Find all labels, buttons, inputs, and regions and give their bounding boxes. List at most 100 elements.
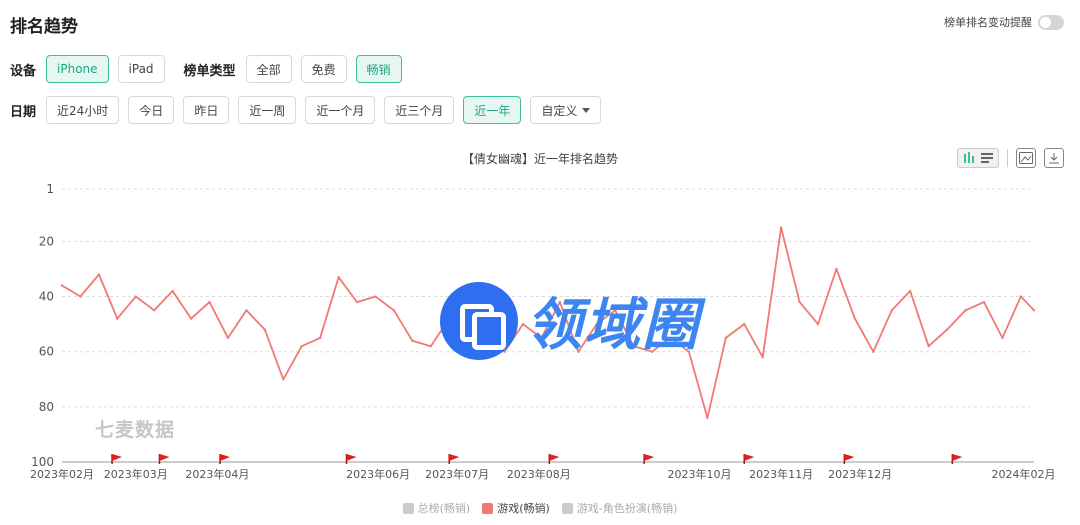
data-point — [1019, 295, 1023, 298]
x-tick-label: 2023年08月 — [507, 467, 571, 481]
data-point — [798, 300, 801, 304]
data-point — [927, 344, 930, 348]
chart-type-free-button[interactable]: 免费 — [300, 55, 347, 83]
y-tick-label: 60 — [39, 345, 54, 359]
legend-total-grossing[interactable]: 总榜(畅销) — [402, 500, 471, 516]
data-point — [374, 295, 377, 298]
data-point — [60, 284, 64, 287]
date-custom-label: 自定义 — [541, 103, 578, 118]
chart-view-toggle[interactable] — [957, 148, 999, 168]
rank-alert-setting: 榜单排名变动提醒 — [944, 14, 1064, 30]
data-point — [816, 322, 820, 326]
x-tick-label: 2023年10月 — [667, 467, 731, 481]
data-point — [152, 309, 156, 312]
data-point — [872, 350, 875, 353]
filter-row-date: 日期 近24小时 今日 昨日 近一周 近一个月 近三个月 近一年 自定义 — [10, 96, 610, 124]
x-tick-label: 2023年04月 — [185, 467, 249, 481]
data-point — [945, 328, 949, 331]
data-point — [706, 416, 709, 420]
data-point — [779, 226, 783, 229]
device-label: 设备 — [10, 63, 37, 79]
chart-type-grossing-button[interactable]: 畅销 — [355, 55, 402, 83]
y-tick-label: 1 — [46, 182, 54, 196]
event-flag-icon — [644, 454, 655, 461]
date-label: 日期 — [10, 104, 37, 120]
chart-toolbar — [957, 148, 1064, 168]
legend-rpg-grossing[interactable]: 游戏-角色扮演(畅销) — [561, 500, 677, 516]
event-flag-icon — [112, 454, 123, 461]
data-point — [853, 317, 857, 320]
event-flag-icon — [952, 454, 963, 461]
data-point — [982, 300, 986, 304]
data-point — [743, 322, 746, 326]
event-flag-icon — [744, 454, 755, 461]
data-point — [226, 336, 230, 340]
rank-alert-label: 榜单排名变动提醒 — [944, 16, 1032, 29]
event-flag-icon — [844, 454, 855, 461]
data-point — [908, 289, 912, 293]
date-24h-button[interactable]: 近24小时 — [46, 96, 120, 124]
legend-swatch — [561, 502, 573, 514]
data-point — [263, 328, 267, 331]
data-point — [761, 356, 764, 359]
legend-label: 总榜(畅销) — [417, 502, 471, 515]
event-flag-icon — [159, 454, 170, 461]
y-tick-label: 100 — [31, 455, 54, 469]
x-tick-label: 2024年02月 — [991, 467, 1055, 481]
y-tick-label: 80 — [39, 400, 54, 414]
chart-legend: 总榜(畅销) 游戏(畅销) 游戏-角色扮演(畅销) — [0, 500, 1080, 516]
event-flag-icon — [220, 454, 231, 461]
y-tick-label: 40 — [39, 290, 54, 304]
caret-down-icon — [582, 107, 591, 113]
device-iphone-button[interactable]: iPhone — [46, 55, 109, 83]
chart-type-label: 榜单类型 — [183, 63, 236, 79]
data-point — [97, 273, 101, 276]
chart-title: 【倩女幽魂】近一年排名趋势 — [461, 152, 618, 166]
rank-alert-toggle[interactable] — [1038, 14, 1064, 30]
data-point — [1001, 336, 1004, 340]
x-tick-label: 2023年03月 — [104, 467, 168, 481]
data-point — [189, 317, 193, 320]
x-tick-label: 2023年12月 — [828, 467, 892, 481]
toolbar-divider — [1007, 149, 1008, 167]
legend-game-grossing[interactable]: 游戏(畅销) — [482, 500, 550, 516]
date-custom-dropdown[interactable]: 自定义 — [530, 96, 602, 124]
image-download-icon[interactable] — [1016, 148, 1036, 168]
date-month-button[interactable]: 近一个月 — [305, 96, 376, 124]
chart-type-all-button[interactable]: 全部 — [245, 55, 292, 83]
download-icon[interactable] — [1044, 148, 1064, 168]
data-point — [282, 378, 285, 381]
x-tick-label: 2023年07月 — [425, 467, 489, 481]
x-tick-label: 2023年06月 — [346, 467, 410, 481]
data-point — [411, 339, 414, 342]
data-point — [890, 309, 893, 312]
data-point — [429, 344, 432, 348]
legend-swatch — [402, 502, 414, 514]
event-flag-icon — [549, 454, 560, 461]
data-point — [724, 336, 728, 340]
page-title: 排名趋势 — [10, 17, 78, 37]
bar-chart-icon — [964, 152, 993, 163]
date-3months-button[interactable]: 近三个月 — [384, 96, 455, 124]
data-point — [134, 295, 137, 298]
legend-swatch — [482, 502, 494, 514]
brand-watermark-text: 领域圈 — [526, 293, 700, 358]
device-ipad-button[interactable]: iPad — [117, 55, 165, 83]
date-yesterday-button[interactable]: 昨日 — [183, 96, 230, 124]
data-point — [392, 309, 396, 312]
legend-label: 游戏(畅销) — [497, 502, 550, 515]
data-point — [964, 309, 967, 312]
data-point — [300, 344, 303, 348]
brand-logo-icon — [440, 281, 518, 360]
data-point — [355, 300, 359, 304]
date-week-button[interactable]: 近一周 — [238, 96, 297, 124]
source-watermark: 七麦数据 — [95, 419, 176, 441]
data-point — [116, 317, 119, 320]
date-today-button[interactable]: 今日 — [128, 96, 175, 124]
data-point — [79, 295, 82, 298]
data-point — [835, 267, 838, 271]
data-point — [208, 300, 211, 304]
brand-watermark: 领域圈 — [440, 280, 700, 361]
date-year-button[interactable]: 近一年 — [463, 96, 522, 124]
filter-row-device-type: 设备 iPhone iPad 榜单类型 全部 免费 畅销 — [10, 55, 411, 83]
